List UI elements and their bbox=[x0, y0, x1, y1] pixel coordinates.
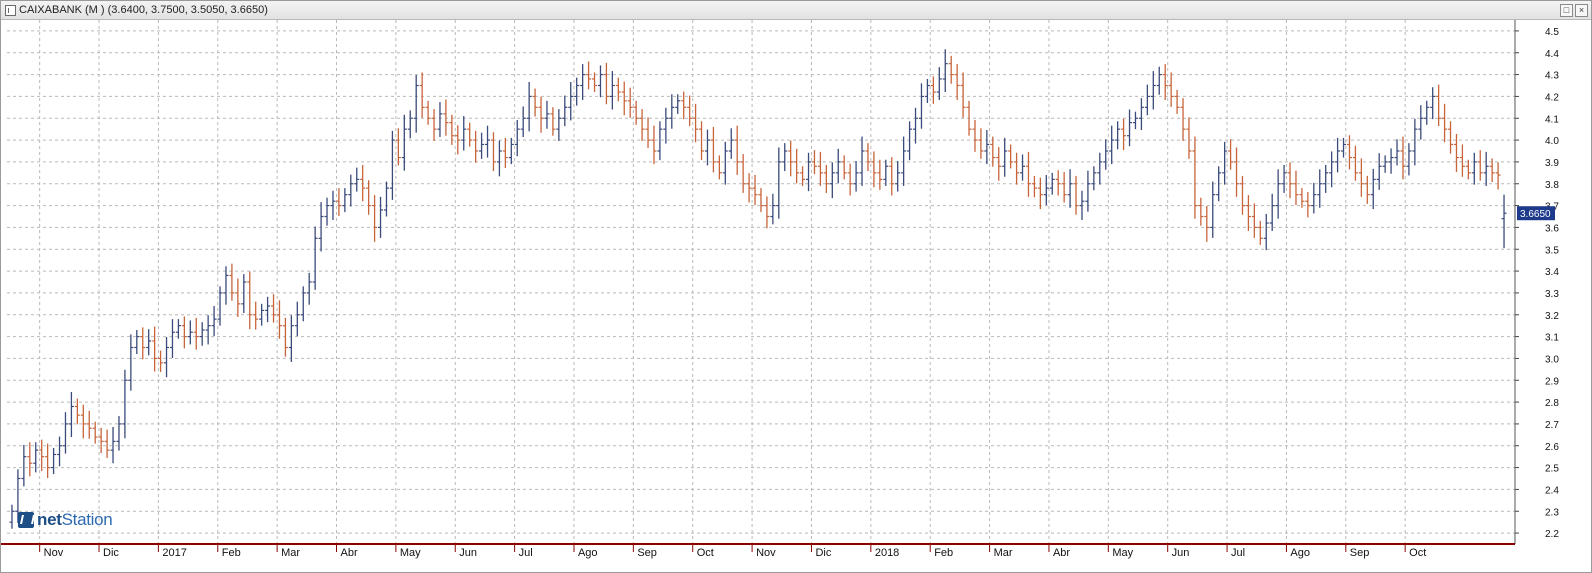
x-tick-label: Mar bbox=[281, 547, 300, 559]
y-tick-label: 4.3 bbox=[1545, 71, 1559, 82]
x-tick-label: Jul bbox=[1231, 547, 1245, 559]
logo-text-regular: Station bbox=[61, 510, 113, 529]
x-tick-label: Jul bbox=[519, 547, 533, 559]
last-price-label: 3.6650 bbox=[1520, 209, 1551, 220]
y-tick-label: 2.7 bbox=[1545, 420, 1559, 431]
x-tick-label: Jun bbox=[459, 547, 477, 559]
x-tick-label: Sep bbox=[637, 547, 657, 559]
restore-button[interactable]: □ bbox=[1560, 4, 1573, 17]
y-tick-label: 3.0 bbox=[1545, 354, 1559, 365]
x-tick-label: May bbox=[400, 547, 421, 559]
y-tick-label: 3.8 bbox=[1545, 180, 1559, 191]
y-tick-label: 3.4 bbox=[1545, 267, 1559, 278]
y-tick-label: 2.8 bbox=[1545, 398, 1559, 409]
y-tick-label: 3.3 bbox=[1545, 289, 1559, 300]
y-tick-label: 4.1 bbox=[1545, 114, 1559, 125]
y-tick-label: 2.9 bbox=[1545, 376, 1559, 387]
x-tick-label: Oct bbox=[697, 547, 714, 559]
y-tick-label: 2.5 bbox=[1545, 464, 1559, 475]
y-tick-label: 4.0 bbox=[1545, 136, 1559, 147]
x-tick-label: Jun bbox=[1172, 547, 1190, 559]
y-tick-label: 4.4 bbox=[1545, 49, 1559, 60]
x-tick-label: Ago bbox=[578, 547, 598, 559]
x-tick-label: Mar bbox=[994, 547, 1013, 559]
y-tick-label: 2.6 bbox=[1545, 442, 1559, 453]
chart-window: CAIXABANK (M ) (3.6400, 3.7500, 3.5050, … bbox=[0, 0, 1592, 573]
window-title: CAIXABANK (M ) (3.6400, 3.7500, 3.5050, … bbox=[19, 4, 268, 16]
x-tick-label: Ago bbox=[1290, 547, 1310, 559]
logo-text-bold: net bbox=[37, 510, 62, 529]
x-tick-label: Feb bbox=[222, 547, 241, 559]
x-tick-label: Nov bbox=[44, 547, 64, 559]
y-tick-label: 3.2 bbox=[1545, 311, 1559, 322]
y-tick-label: 3.1 bbox=[1545, 333, 1559, 344]
x-tick-label: Dic bbox=[103, 547, 119, 559]
y-tick-label: 4.2 bbox=[1545, 92, 1559, 103]
y-tick-label: 3.6 bbox=[1545, 223, 1559, 234]
last-price-marker: 3.6650 bbox=[1517, 206, 1555, 221]
x-tick-label: Abr bbox=[1053, 547, 1070, 559]
x-tick-label: Feb bbox=[934, 547, 953, 559]
netstation-logo-icon bbox=[18, 512, 34, 528]
x-tick-label: Dic bbox=[815, 547, 831, 559]
y-tick-label: 2.4 bbox=[1545, 485, 1559, 496]
window-icon bbox=[5, 5, 16, 16]
x-tick-label: May bbox=[1112, 547, 1133, 559]
x-tick-label: Abr bbox=[341, 547, 358, 559]
x-tick-label: 2017 bbox=[162, 547, 186, 559]
y-tick-label: 2.2 bbox=[1545, 529, 1559, 540]
y-tick-label: 2.3 bbox=[1545, 507, 1559, 518]
y-tick-label: 3.9 bbox=[1545, 158, 1559, 169]
price-chart[interactable]: 2.2 2.3 2.4 2.5 2.6 2.7 2.8 2.9 3.0 3.1 3.2 3.3 3.4 3… bbox=[1, 20, 1591, 572]
x-tick-label: 2018 bbox=[875, 547, 899, 559]
netstation-logo: netStation bbox=[18, 509, 113, 531]
x-tick-label: Sep bbox=[1350, 547, 1370, 559]
close-button[interactable]: × bbox=[1575, 4, 1588, 17]
x-tick-label: Nov bbox=[756, 547, 776, 559]
title-bar: CAIXABANK (M ) (3.6400, 3.7500, 3.5050, … bbox=[1, 1, 1591, 20]
x-tick-label: Oct bbox=[1409, 547, 1426, 559]
y-tick-label: 4.5 bbox=[1545, 27, 1559, 38]
y-tick-label: 3.5 bbox=[1545, 245, 1559, 256]
